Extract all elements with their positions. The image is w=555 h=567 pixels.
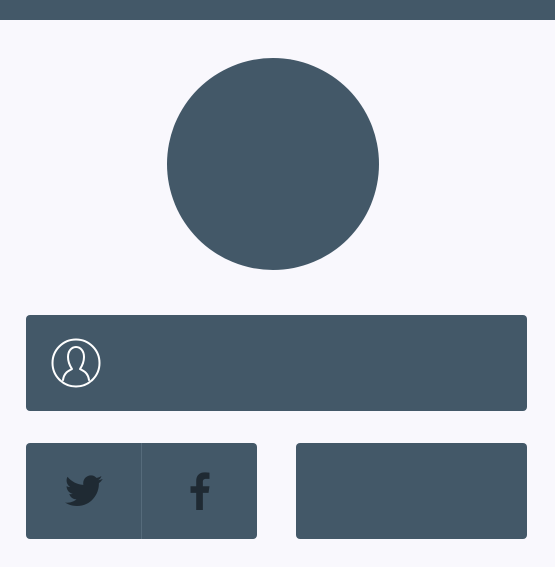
profile-bar[interactable] [26,315,527,411]
top-bar [0,0,555,20]
user-outline-icon [51,338,101,388]
social-login-group [26,443,257,539]
twitter-icon [64,475,103,507]
right-panel[interactable] [296,443,527,539]
facebook-button[interactable] [142,443,257,539]
facebook-icon [190,472,209,510]
page [0,0,555,567]
avatar [167,58,379,270]
twitter-button[interactable] [26,443,142,539]
